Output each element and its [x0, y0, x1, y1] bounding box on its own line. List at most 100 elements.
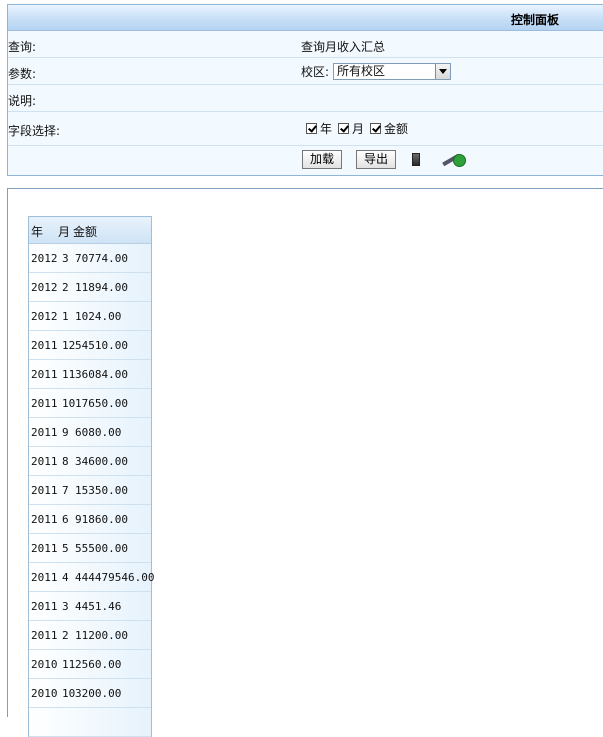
table-row-partial — [29, 708, 151, 737]
cell-year: 2011 — [31, 397, 58, 410]
cell-year: 2011 — [31, 484, 58, 497]
cell-year: 2011 — [31, 426, 58, 439]
chevron-down-icon[interactable] — [435, 64, 451, 79]
table-row: 2011 7 15350.00 — [29, 476, 151, 505]
table-row: 2011 10 17650.00 — [29, 389, 151, 418]
cell-amount: 1024.00 — [75, 310, 122, 323]
cell-month: 9 — [62, 426, 69, 439]
cell-year: 2011 — [31, 629, 58, 642]
cell-year: 2012 — [31, 310, 58, 323]
cell-month: 10 — [62, 397, 76, 410]
cell-amount: 91860.00 — [75, 513, 128, 526]
cell-month: 1 — [62, 310, 69, 323]
cell-year: 2011 — [31, 600, 58, 613]
panel-header: 控制面板 — [8, 5, 603, 31]
table-row: 2010 10 3200.00 — [29, 679, 151, 708]
table-row: 2012 1 1024.00 — [29, 302, 151, 331]
excel-icon[interactable] — [412, 153, 421, 166]
field-checkbox-month[interactable]: 月 — [338, 120, 364, 137]
cell-amount: 36084.00 — [75, 368, 128, 381]
table-row: 2011 6 91860.00 — [29, 505, 151, 534]
cell-year: 2011 — [31, 542, 58, 555]
cell-year: 2011 — [31, 455, 58, 468]
column-header-year: 年 — [31, 225, 44, 239]
cell-month: 12 — [62, 339, 76, 352]
campus-field: 校区: 所有校区 — [301, 63, 452, 80]
checkbox-checked-icon[interactable] — [338, 123, 350, 134]
cell-month: 8 — [62, 455, 69, 468]
field-checkbox-label: 年 — [320, 122, 333, 136]
cell-month: 5 — [62, 542, 69, 555]
cell-month: 6 — [62, 513, 69, 526]
cell-amount: 4451.46 — [75, 600, 122, 613]
table-row: 2011 3 4451.46 — [29, 592, 151, 621]
load-button[interactable]: 加载 — [302, 150, 343, 169]
cell-amount: 15350.00 — [75, 484, 128, 497]
cell-month: 4 — [62, 571, 69, 584]
cell-amount: 55500.00 — [75, 542, 128, 555]
query-row: 查询: 查询月收入汇总 — [8, 31, 603, 58]
description-label: 说明: — [8, 94, 37, 108]
cell-amount: 444479546.00 — [75, 571, 155, 584]
field-checkbox-label: 月 — [352, 122, 365, 136]
table-row: 2011 8 34600.00 — [29, 447, 151, 476]
table-row: 2011 2 11200.00 — [29, 621, 151, 650]
column-header-amount: 金额 — [73, 225, 98, 239]
cell-amount: 2560.00 — [75, 658, 122, 671]
cell-amount: 11894.00 — [75, 281, 128, 294]
cell-month: 11 — [62, 658, 76, 671]
panel-title: 控制面板 — [510, 13, 559, 27]
cell-month: 11 — [62, 368, 76, 381]
param-row: 参数: 校区: 所有校区 — [8, 58, 603, 85]
table-row: 2011 5 55500.00 — [29, 534, 151, 563]
table-row: 2011 12 54510.00 — [29, 331, 151, 360]
checkbox-checked-icon[interactable] — [306, 123, 317, 134]
cell-month: 10 — [62, 687, 76, 700]
cell-amount: 11200.00 — [75, 629, 128, 642]
cell-month: 3 — [62, 600, 69, 613]
results-table: 年 月 金额 2012 3 70774.00 2012 2 11894.00 2012 1… — [28, 216, 155, 737]
table-row: 2011 11 36084.00 — [29, 360, 151, 389]
cell-amount: 6080.00 — [75, 426, 122, 439]
export-button[interactable]: 导出 — [356, 150, 397, 169]
table-row: 2012 2 11894.00 — [29, 273, 151, 302]
table-row: 2010 11 2560.00 — [29, 650, 151, 679]
cell-year: 2011 — [31, 571, 58, 584]
cell-year: 2011 — [31, 513, 58, 526]
campus-select[interactable]: 所有校区 — [333, 63, 452, 80]
cell-amount: 54510.00 — [75, 339, 128, 352]
campus-selected-value: 所有校区 — [337, 64, 386, 78]
cell-year: 2011 — [31, 339, 58, 352]
param-label: 参数: — [8, 67, 37, 81]
cell-month: 2 — [62, 629, 69, 642]
cell-month: 7 — [62, 484, 69, 497]
cell-amount: 17650.00 — [75, 397, 128, 410]
cell-year: 2012 — [31, 252, 58, 265]
actions-row: 加载 导出 — [8, 146, 603, 175]
cell-month: 2 — [62, 281, 69, 294]
field-checkbox-label: 金额 — [384, 122, 409, 136]
cell-year: 2012 — [31, 281, 58, 294]
description-row: 说明: — [8, 85, 603, 112]
column-header-month: 月 — [58, 225, 71, 239]
action-buttons: 加载 导出 — [302, 150, 467, 169]
cell-amount: 34600.00 — [75, 455, 128, 468]
control-panel: 控制面板 查询: 查询月收入汇总 参数: 校区: 所有校区 说明: 字段选择: … — [7, 4, 603, 176]
field-checkbox-year[interactable]: 年 — [306, 120, 332, 137]
checkbox-checked-icon[interactable] — [370, 123, 382, 134]
field-checkbox-amount[interactable]: 金额 — [370, 120, 408, 137]
field-checkboxes: 年 月 金额 — [306, 120, 414, 137]
tool-icon[interactable] — [440, 152, 467, 168]
cell-year: 2010 — [31, 687, 58, 700]
field-selection-row: 字段选择: 年 月 金额 — [8, 112, 603, 146]
field-selection-label: 字段选择: — [8, 124, 61, 138]
campus-label: 校区: — [301, 65, 330, 79]
results-area: 年 月 金额 2012 3 70774.00 2012 2 11894.00 2012 1… — [7, 188, 603, 737]
table-row: 2011 9 6080.00 — [29, 418, 151, 447]
cell-year: 2011 — [31, 368, 58, 381]
tool-icon-dot — [453, 153, 467, 167]
cell-month: 3 — [62, 252, 69, 265]
table-row: 2011 4 444479546.00 — [29, 563, 155, 592]
query-value: 查询月收入汇总 — [301, 40, 386, 54]
table-row: 2012 3 70774.00 — [29, 244, 151, 273]
